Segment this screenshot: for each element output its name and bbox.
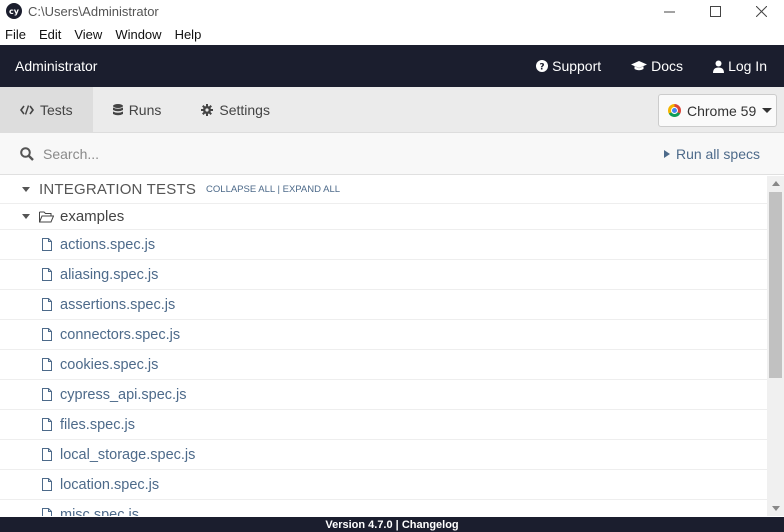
graduation-cap-icon — [631, 61, 648, 71]
tab-runs-label: Runs — [128, 101, 162, 118]
search-icon — [20, 146, 34, 161]
spec-list: INTEGRATION TESTS COLLAPSE ALL | EXPAND … — [0, 176, 767, 516]
file-icon — [42, 418, 52, 431]
menu-help[interactable]: Help — [175, 27, 202, 42]
menu-view[interactable]: View — [74, 27, 102, 42]
browser-selector[interactable]: Chrome 59 — [658, 94, 777, 127]
spec-file-row[interactable]: location.spec.js — [0, 470, 767, 500]
menu-file[interactable]: File — [5, 27, 26, 42]
spec-file-row[interactable]: actions.spec.js — [0, 230, 767, 260]
integration-tests-title: INTEGRATION TESTS — [39, 181, 197, 198]
spec-file-row[interactable]: assertions.spec.js — [0, 290, 767, 320]
user-icon — [713, 60, 725, 73]
collapse-expand-links: COLLAPSE ALL | EXPAND ALL — [206, 184, 340, 195]
header-links: ? Support Docs Log In — [506, 45, 767, 87]
menu-edit[interactable]: Edit — [39, 27, 61, 42]
minimize-button[interactable] — [646, 0, 692, 22]
spec-file-name: local_storage.spec.js — [60, 446, 196, 463]
spec-file-name: location.spec.js — [60, 476, 160, 493]
spec-file-row[interactable]: cookies.spec.js — [0, 350, 767, 380]
spec-file-row[interactable]: local_storage.spec.js — [0, 440, 767, 470]
expanded-caret-icon — [22, 214, 30, 219]
changelog-link[interactable]: Changelog — [402, 519, 459, 531]
window-title: C:\Users\Administrator — [28, 3, 159, 19]
spec-file-row[interactable]: misc.spec.js — [0, 500, 767, 516]
cypress-app-icon: cy — [6, 3, 22, 19]
support-link[interactable]: ? Support — [536, 58, 601, 74]
footer-bar: Version 4.7.0 | Changelog — [0, 517, 784, 532]
file-icon — [42, 298, 52, 311]
folder-name: examples — [60, 208, 125, 225]
file-icon — [42, 328, 52, 341]
docs-link[interactable]: Docs — [631, 58, 683, 74]
run-all-specs-button[interactable]: Run all specs — [663, 146, 760, 162]
spec-file-name: cookies.spec.js — [60, 356, 159, 373]
nav-tabs: Tests Runs Settings Chrome 59 — [0, 86, 784, 133]
browser-label: Chrome 59 — [687, 102, 757, 119]
spec-file-name: aliasing.spec.js — [60, 266, 159, 283]
minimize-icon — [663, 11, 675, 12]
search-bar: Run all specs — [0, 133, 784, 175]
spec-file-row[interactable]: cypress_api.spec.js — [0, 380, 767, 410]
close-icon — [755, 5, 767, 17]
spec-file-row[interactable]: connectors.spec.js — [0, 320, 767, 350]
code-icon — [20, 104, 34, 115]
caret-down-icon — [762, 108, 773, 113]
login-label: Log In — [728, 58, 767, 74]
spec-file-name: misc.spec.js — [60, 506, 139, 517]
maximize-button[interactable] — [692, 0, 738, 22]
link-separator: | — [277, 184, 280, 195]
tab-tests-label: Tests — [40, 101, 73, 118]
window-titlebar: cy C:\Users\Administrator — [0, 0, 784, 22]
spec-file-name: cypress_api.spec.js — [60, 386, 187, 403]
spec-file-row[interactable]: aliasing.spec.js — [0, 260, 767, 290]
file-icon — [42, 268, 52, 281]
expand-all-link[interactable]: EXPAND ALL — [283, 184, 340, 195]
expanded-caret-icon[interactable] — [22, 187, 30, 192]
scrollbar-thumb[interactable] — [769, 192, 782, 378]
header-user-title: Administrator — [15, 58, 98, 74]
question-circle-icon: ? — [536, 60, 549, 73]
search-input[interactable] — [43, 145, 443, 162]
app-header: Administrator ? Support Docs Log In — [0, 45, 784, 87]
run-all-specs-label: Run all specs — [675, 146, 760, 162]
menu-window[interactable]: Window — [115, 27, 161, 42]
footer-separator: | — [395, 518, 399, 531]
integration-tests-header: INTEGRATION TESTS COLLAPSE ALL | EXPAND … — [0, 176, 767, 204]
login-link[interactable]: Log In — [713, 58, 767, 74]
version-label: Version 4.7.0 — [325, 518, 393, 531]
collapse-all-link[interactable]: COLLAPSE ALL — [206, 184, 275, 195]
file-icon — [42, 478, 52, 491]
tab-runs[interactable]: Runs — [93, 87, 182, 133]
svg-text:?: ? — [539, 63, 544, 73]
file-icon — [42, 238, 52, 251]
support-label: Support — [552, 58, 602, 74]
chrome-icon — [668, 104, 681, 117]
tab-settings-label: Settings — [219, 101, 270, 118]
docs-label: Docs — [651, 58, 684, 74]
menu-bar: File Edit View Window Help — [0, 24, 784, 45]
file-icon — [42, 388, 52, 401]
spec-file-name: assertions.spec.js — [60, 296, 176, 313]
spec-file-name: files.spec.js — [60, 416, 135, 433]
file-icon — [42, 508, 52, 516]
database-icon — [112, 103, 123, 115]
maximize-icon — [709, 5, 721, 17]
file-icon — [42, 448, 52, 461]
spec-file-name: connectors.spec.js — [60, 326, 181, 343]
spec-file-row[interactable]: files.spec.js — [0, 410, 767, 440]
folder-row-examples[interactable]: examples — [0, 204, 767, 230]
window-controls — [646, 0, 784, 22]
tab-tests[interactable]: Tests — [0, 86, 93, 133]
play-icon — [663, 150, 670, 158]
scroll-down-arrow-icon[interactable] — [772, 506, 780, 511]
tab-settings[interactable]: Settings — [181, 87, 290, 133]
close-button[interactable] — [738, 0, 784, 22]
spec-file-name: actions.spec.js — [60, 236, 156, 253]
folder-open-icon — [39, 211, 54, 222]
file-icon — [42, 358, 52, 371]
scroll-up-arrow-icon[interactable] — [772, 181, 780, 186]
spec-list-scrollbar[interactable] — [767, 176, 784, 516]
gear-icon — [201, 103, 214, 116]
